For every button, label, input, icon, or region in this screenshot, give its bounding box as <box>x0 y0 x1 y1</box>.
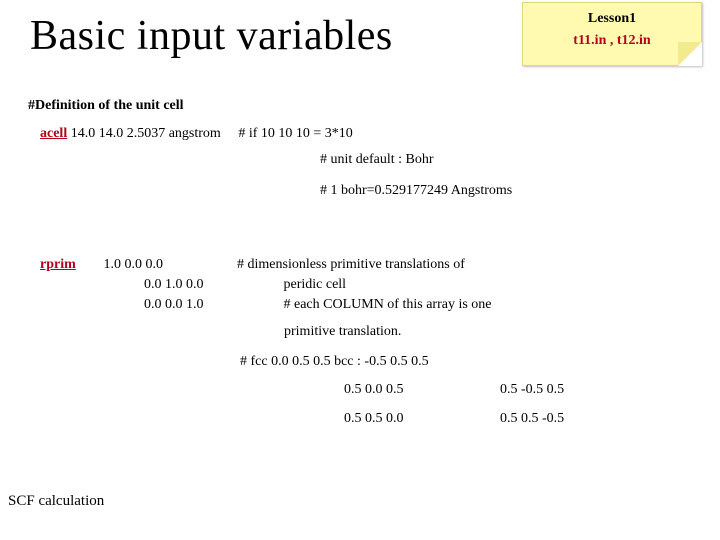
section-heading: #Definition of the unit cell <box>28 98 184 114</box>
acell-line: acell 14.0 14.0 2.5037 angstrom # if 10 … <box>40 124 700 144</box>
acell-comment-2: # 1 bohr=0.529177249 Angstroms <box>320 181 700 201</box>
acell-values: 14.0 14.0 2.5037 angstrom <box>71 126 221 141</box>
rprim-tail-0: primitive translation. <box>284 322 700 342</box>
rprim-cmt-2: # each COLUMN of this array is one <box>284 295 492 315</box>
page-title: Basic input variables <box>30 12 393 60</box>
acell-comment-block: # unit default : Bohr # 1 bohr=0.5291772… <box>320 150 700 201</box>
footer-text: SCF calculation <box>8 493 104 510</box>
acell-comment-0: # if 10 10 10 = 3*10 <box>238 126 352 141</box>
rprim-tail: primitive translation. <box>284 322 700 342</box>
sticky-note: Lesson1 t11.in , t12.in <box>522 2 702 66</box>
note-line2: t11.in , t12.in <box>523 33 701 49</box>
acell-comment-1: # unit default : Bohr <box>320 150 700 170</box>
fcc-row-0a: 0.5 0.0 0.5 <box>344 380 500 400</box>
rprim-cmt-0: # dimensionless primitive translations o… <box>237 255 465 275</box>
acell-keyword: acell <box>40 126 67 141</box>
fcc-row-1a: 0.5 0.5 0.0 <box>344 409 500 429</box>
content-body: acell 14.0 14.0 2.5037 angstrom # if 10 … <box>40 124 700 429</box>
rprim-cmt-1: peridic cell <box>284 275 347 295</box>
rprim-vals-2: 0.0 0.0 1.0 <box>144 295 240 315</box>
rprim-row-0: rprim 1.0 0.0 0.0 # dimensionless primit… <box>40 255 700 275</box>
rprim-row-2: 0.0 0.0 1.0 # each COLUMN of this array … <box>144 295 700 315</box>
fcc-row-1b: 0.5 0.5 -0.5 <box>500 409 680 429</box>
rprim-keyword: rprim <box>40 255 100 275</box>
fcc-row-0b: 0.5 -0.5 0.5 <box>500 380 680 400</box>
note-line1: Lesson1 <box>523 11 701 27</box>
rprim-row-1: 0.0 1.0 0.0 peridic cell <box>144 275 700 295</box>
rprim-vals-0: 1.0 0.0 0.0 <box>104 255 224 275</box>
fcc-bcc-label: # fcc 0.0 0.5 0.5 bcc : -0.5 0.5 0.5 <box>240 352 429 372</box>
rprim-vals-1: 0.0 1.0 0.0 <box>144 275 240 295</box>
fcc-bcc-examples: # fcc 0.0 0.5 0.5 bcc : -0.5 0.5 0.5 0.5… <box>240 352 700 429</box>
